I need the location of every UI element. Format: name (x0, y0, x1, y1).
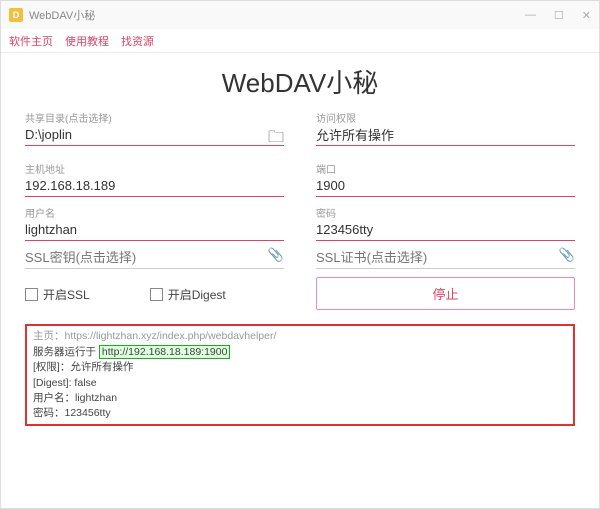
log-running-url: http://192.168.18.189:1900 (99, 345, 231, 359)
port-input[interactable] (316, 177, 575, 197)
page-title: WebDAV小秘 (25, 63, 575, 100)
enable-ssl-checkbox[interactable]: 开启SSL (25, 279, 90, 310)
log-running-prefix: 服务器运行于 (33, 346, 99, 358)
window-title: WebDAV小秘 (29, 7, 95, 23)
host-field: 主机地址 (25, 161, 284, 197)
host-input[interactable] (25, 177, 284, 197)
ssl-key-field: 📎 (25, 249, 284, 269)
pass-input[interactable] (316, 221, 575, 241)
menu-home[interactable]: 软件主页 (9, 33, 53, 49)
checkbox-row: 开启SSL 开启Digest (25, 279, 284, 310)
access-label: 访问权限 (316, 110, 575, 125)
ssl-cert-input[interactable] (316, 249, 575, 269)
stop-button[interactable]: 停止 (316, 277, 575, 310)
menubar: 软件主页 使用教程 找资源 (1, 29, 599, 53)
port-label: 端口 (316, 161, 575, 176)
minimize-icon[interactable]: — (525, 9, 536, 22)
host-label: 主机地址 (25, 161, 284, 176)
user-input[interactable] (25, 221, 284, 241)
titlebar: D WebDAV小秘 — ☐ ✕ (1, 1, 599, 29)
log-perm: [权限]：允许所有操作 (33, 361, 133, 373)
ssl-key-input[interactable] (25, 249, 284, 269)
log-pass: 密码：123456tty (33, 407, 111, 419)
share-dir-field: 共享目录(点击选择) 🗀 (25, 110, 284, 153)
share-dir-input[interactable] (25, 126, 284, 146)
attach-icon[interactable]: 📎 (559, 247, 575, 263)
pass-label: 密码 (316, 205, 575, 220)
log-user: 用户名：lightzhan (33, 392, 117, 404)
access-input[interactable] (316, 126, 575, 146)
log-digest: [Digest]: false (33, 377, 97, 389)
log-output: 主页：https://lightzhan.xyz/index.php/webda… (25, 324, 575, 426)
user-label: 用户名 (25, 205, 284, 220)
enable-digest-checkbox[interactable]: 开启Digest (150, 279, 226, 310)
pass-field: 密码 (316, 205, 575, 241)
ssl-cert-field: 📎 (316, 249, 575, 269)
share-dir-label: 共享目录(点击选择) (25, 110, 284, 125)
port-field: 端口 (316, 161, 575, 197)
app-icon: D (9, 8, 23, 22)
access-field: 访问权限 (316, 110, 575, 153)
user-field: 用户名 (25, 205, 284, 241)
close-icon[interactable]: ✕ (582, 9, 591, 22)
menu-resources[interactable]: 找资源 (121, 33, 154, 49)
menu-tutorial[interactable]: 使用教程 (65, 33, 109, 49)
maximize-icon[interactable]: ☐ (554, 9, 564, 22)
attach-icon[interactable]: 📎 (268, 247, 284, 263)
log-homepage: 主页：https://lightzhan.xyz/index.php/webda… (33, 329, 567, 344)
